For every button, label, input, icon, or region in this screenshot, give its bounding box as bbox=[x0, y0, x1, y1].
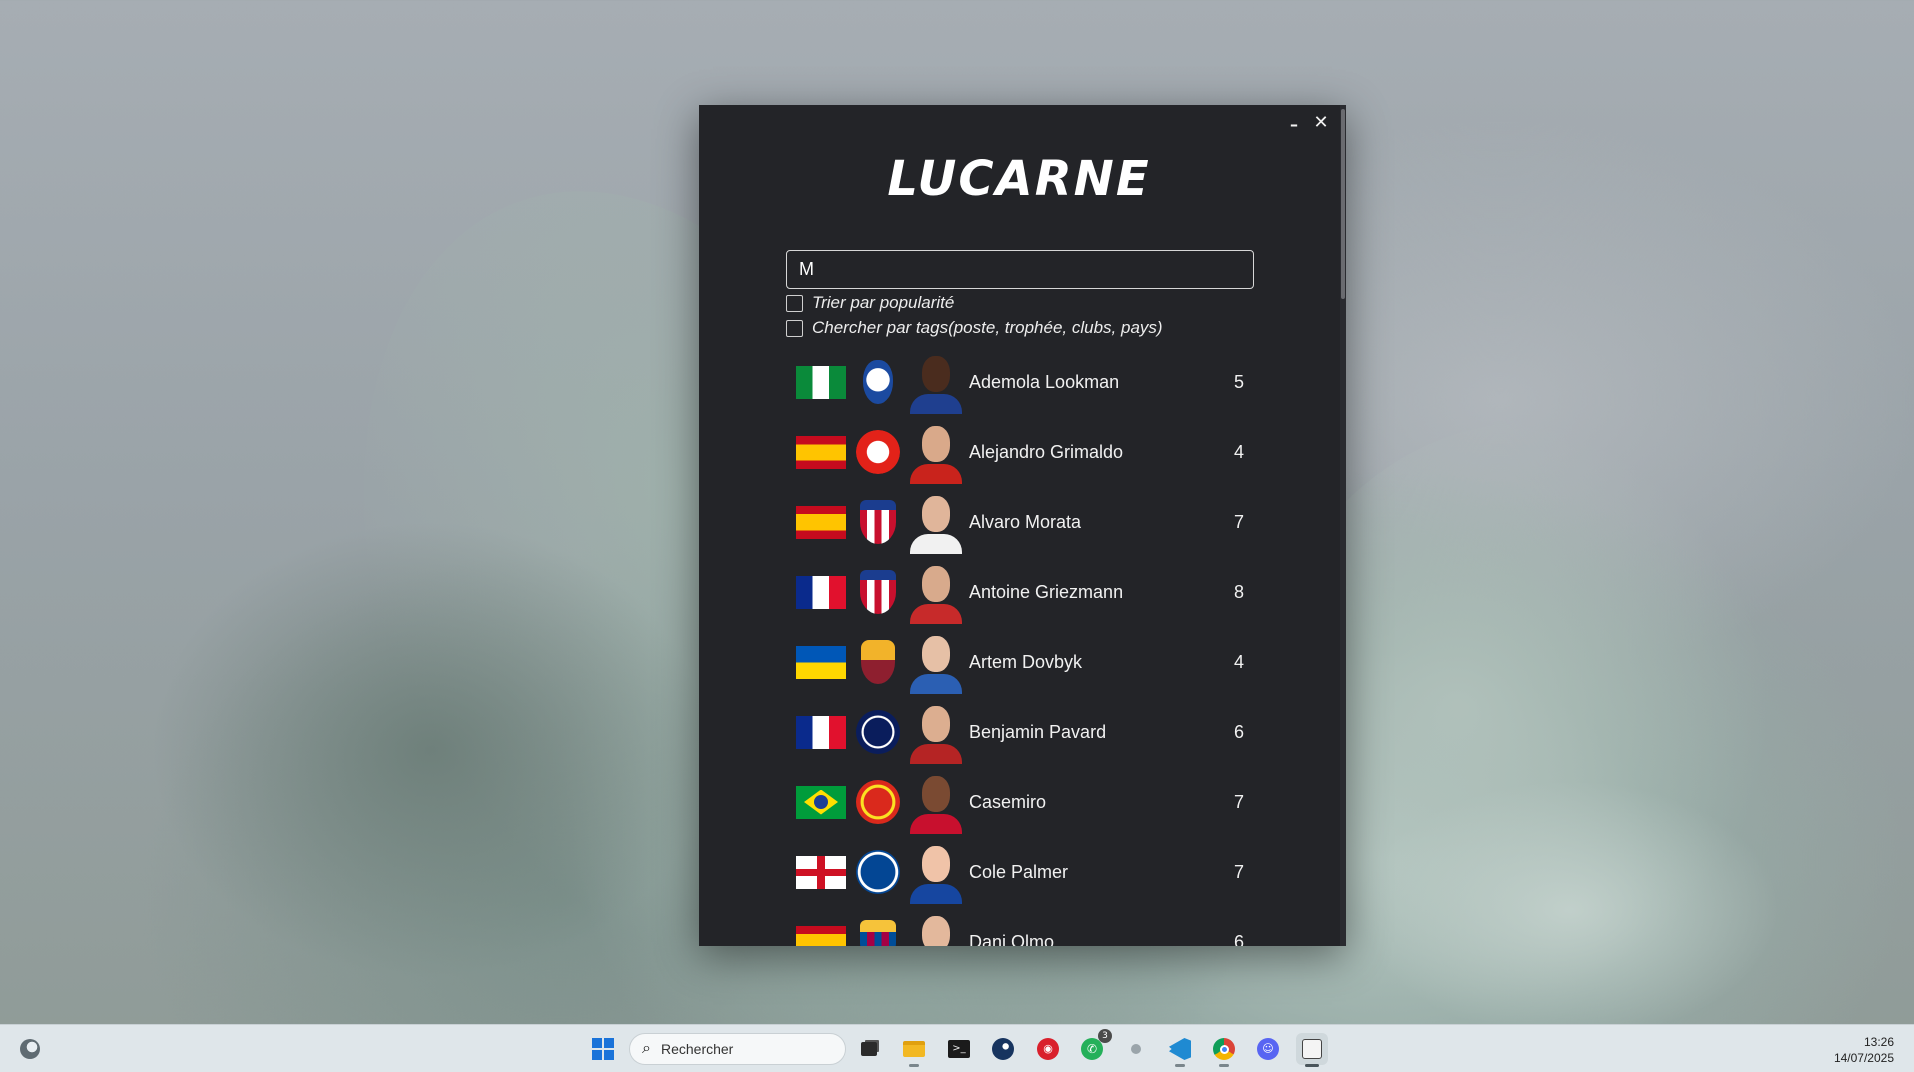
taskbar-clock[interactable]: 13:26 14/07/2025 bbox=[1834, 1034, 1894, 1066]
widgets-icon[interactable] bbox=[14, 1033, 46, 1065]
wallpaper-fold bbox=[1360, 780, 1780, 1040]
player-row[interactable]: Antoine Griezmann 8 bbox=[786, 557, 1254, 627]
sort-popularity-checkbox[interactable] bbox=[786, 294, 803, 312]
player-name: Cole Palmer bbox=[969, 861, 1069, 882]
player-photo bbox=[910, 420, 962, 484]
player-name: Artem Dovbyk bbox=[969, 651, 1083, 672]
player-count: 8 bbox=[1233, 581, 1244, 602]
atletico-crest-icon bbox=[860, 500, 896, 544]
france-flag-icon bbox=[796, 715, 846, 749]
france-flag-icon bbox=[796, 575, 846, 609]
player-row[interactable]: Alvaro Morata 7 bbox=[786, 487, 1254, 557]
search-icon: ⌕ bbox=[642, 1040, 651, 1057]
minimize-button[interactable]: – bbox=[1283, 113, 1305, 135]
player-count: 7 bbox=[1233, 511, 1244, 532]
player-list: Ademola Lookman 5 Alejandro Grimaldo 4 A… bbox=[786, 347, 1254, 946]
player-name: Antoine Griezmann bbox=[969, 581, 1124, 602]
app-small-icon[interactable] bbox=[1120, 1033, 1152, 1065]
sort-popularity-option[interactable]: Trier par popularité bbox=[786, 292, 954, 314]
player-photo bbox=[910, 350, 962, 414]
player-photo bbox=[910, 700, 962, 764]
player-row[interactable]: Dani Olmo 6 bbox=[786, 907, 1254, 946]
task-view-icon[interactable] bbox=[853, 1033, 885, 1065]
roma-crest-icon bbox=[861, 640, 895, 684]
leverkusen-crest-icon bbox=[856, 430, 900, 474]
atletico-crest-icon bbox=[860, 570, 896, 614]
spain-flag-icon bbox=[796, 925, 846, 946]
app-red-icon[interactable]: ◉ bbox=[1032, 1033, 1064, 1065]
player-count: 6 bbox=[1233, 931, 1244, 947]
player-count: 6 bbox=[1233, 721, 1244, 742]
clock-time: 13:26 bbox=[1863, 1035, 1894, 1049]
player-name: Alejandro Grimaldo bbox=[969, 441, 1124, 462]
player-name: Ademola Lookman bbox=[969, 371, 1120, 392]
player-count: 5 bbox=[1233, 371, 1244, 392]
player-row[interactable]: Benjamin Pavard 6 bbox=[786, 697, 1254, 767]
player-row[interactable]: Cole Palmer 7 bbox=[786, 837, 1254, 907]
atalanta-crest-icon bbox=[863, 360, 893, 404]
app-title: LUCARNE bbox=[887, 151, 1151, 207]
file-explorer-icon[interactable] bbox=[898, 1033, 930, 1067]
sort-popularity-label: Trier par popularité bbox=[812, 293, 955, 312]
inter-crest-icon bbox=[856, 710, 900, 754]
spain-flag-icon bbox=[796, 435, 846, 469]
ukraine-flag-icon bbox=[796, 645, 846, 679]
player-name: Dani Olmo bbox=[969, 931, 1055, 947]
player-name: Alvaro Morata bbox=[969, 511, 1082, 532]
player-row[interactable]: Casemiro 7 bbox=[786, 767, 1254, 837]
chrome-icon[interactable] bbox=[1208, 1033, 1240, 1067]
start-button[interactable] bbox=[587, 1033, 619, 1065]
taskbar-search[interactable]: ⌕ Rechercher bbox=[629, 1033, 846, 1065]
window-scrollbar[interactable] bbox=[1340, 105, 1346, 946]
scrollbar-thumb[interactable] bbox=[1341, 109, 1345, 299]
search-tags-option[interactable]: Chercher par tags(poste, trophée, clubs,… bbox=[786, 317, 1163, 339]
search-input[interactable] bbox=[786, 250, 1254, 289]
search-tags-checkbox[interactable] bbox=[786, 319, 803, 337]
taskbar: ⌕ Rechercher >_ ◉ ✆ 3 ☺ 13:26 14/07/2025 bbox=[0, 1024, 1914, 1072]
terminal-icon[interactable]: >_ bbox=[943, 1033, 975, 1065]
whatsapp-badge: 3 bbox=[1098, 1029, 1112, 1043]
chelsea-crest-icon bbox=[856, 850, 900, 894]
manchester-united-crest-icon bbox=[856, 780, 900, 824]
player-name: Benjamin Pavard bbox=[969, 721, 1107, 742]
search-tags-label: Chercher par tags(poste, trophée, clubs,… bbox=[812, 318, 1163, 337]
brazil-flag-icon bbox=[796, 785, 846, 819]
close-button[interactable]: ✕ bbox=[1310, 111, 1332, 133]
discord-icon[interactable]: ☺ bbox=[1252, 1033, 1284, 1065]
player-row[interactable]: Artem Dovbyk 4 bbox=[786, 627, 1254, 697]
barcelona-crest-icon bbox=[860, 920, 896, 946]
england-flag-icon bbox=[796, 855, 846, 889]
player-row[interactable]: Ademola Lookman 5 bbox=[786, 347, 1254, 417]
wallpaper-fold bbox=[150, 520, 710, 980]
nigeria-flag-icon bbox=[796, 365, 846, 399]
player-count: 4 bbox=[1233, 651, 1244, 672]
player-photo bbox=[910, 490, 962, 554]
player-photo bbox=[910, 840, 962, 904]
steam-icon[interactable] bbox=[987, 1033, 1019, 1065]
vscode-icon[interactable] bbox=[1164, 1033, 1196, 1067]
lucarne-app-icon[interactable] bbox=[1296, 1033, 1328, 1067]
player-photo bbox=[910, 560, 962, 624]
taskbar-search-label: Rechercher bbox=[660, 1041, 734, 1057]
player-photo bbox=[910, 770, 962, 834]
lucarne-window: – ✕ LUCARNE Trier par popularité Cherche… bbox=[699, 105, 1346, 946]
whatsapp-icon[interactable]: ✆ 3 bbox=[1076, 1029, 1112, 1065]
player-count: 4 bbox=[1233, 441, 1244, 462]
player-photo bbox=[910, 910, 962, 946]
spain-flag-icon bbox=[796, 505, 846, 539]
player-count: 7 bbox=[1233, 861, 1244, 882]
player-photo bbox=[910, 630, 962, 694]
player-name: Casemiro bbox=[969, 791, 1047, 812]
clock-date: 14/07/2025 bbox=[1833, 1051, 1894, 1065]
player-row[interactable]: Alejandro Grimaldo 4 bbox=[786, 417, 1254, 487]
player-count: 7 bbox=[1233, 791, 1244, 812]
